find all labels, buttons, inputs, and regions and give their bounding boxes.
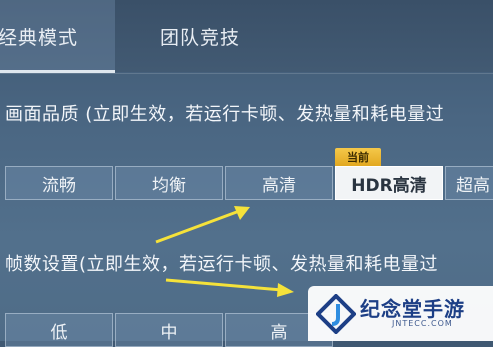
annotation-arrow-1 bbox=[155, 206, 250, 244]
annotation-arrow-2 bbox=[165, 278, 294, 297]
watermark-logo: 纪念堂手游 JNTECC.COM bbox=[308, 286, 493, 341]
mode-tab-bar: 经典模式 团队竞技 bbox=[0, 0, 493, 73]
tab-team-battle[interactable]: 团队竞技 bbox=[160, 0, 240, 72]
header-divider bbox=[0, 73, 493, 74]
quality-options: 流畅 均衡 高清 HDR高清 超高 bbox=[5, 166, 493, 200]
diamond-logo-icon bbox=[316, 294, 356, 334]
quality-option-ultra[interactable]: 超高 bbox=[445, 166, 493, 200]
quality-section-title: 画面品质 (立即生效，若运行卡顿、发热量和耗电量过 bbox=[5, 104, 445, 125]
tab-classic-mode[interactable]: 经典模式 bbox=[0, 0, 115, 72]
quality-option-hd[interactable]: 高清 bbox=[225, 166, 333, 200]
framerate-option-medium[interactable]: 中 bbox=[115, 313, 223, 347]
framerate-section-title: 帧数设置(立即生效，若运行卡顿、发热量和耗电量过 bbox=[5, 254, 439, 275]
quality-option-hdr[interactable]: HDR高清 bbox=[335, 166, 443, 200]
tab-classic-label: 经典模式 bbox=[0, 26, 79, 49]
quality-option-balanced[interactable]: 均衡 bbox=[115, 166, 223, 200]
watermark-subtitle: JNTECC.COM bbox=[392, 319, 453, 328]
watermark-title: 纪念堂手游 bbox=[360, 297, 465, 321]
current-badge: 当前 bbox=[335, 148, 381, 166]
tab-team-label: 团队竞技 bbox=[160, 26, 241, 49]
framerate-option-low[interactable]: 低 bbox=[5, 313, 113, 347]
quality-option-smooth[interactable]: 流畅 bbox=[5, 166, 113, 200]
